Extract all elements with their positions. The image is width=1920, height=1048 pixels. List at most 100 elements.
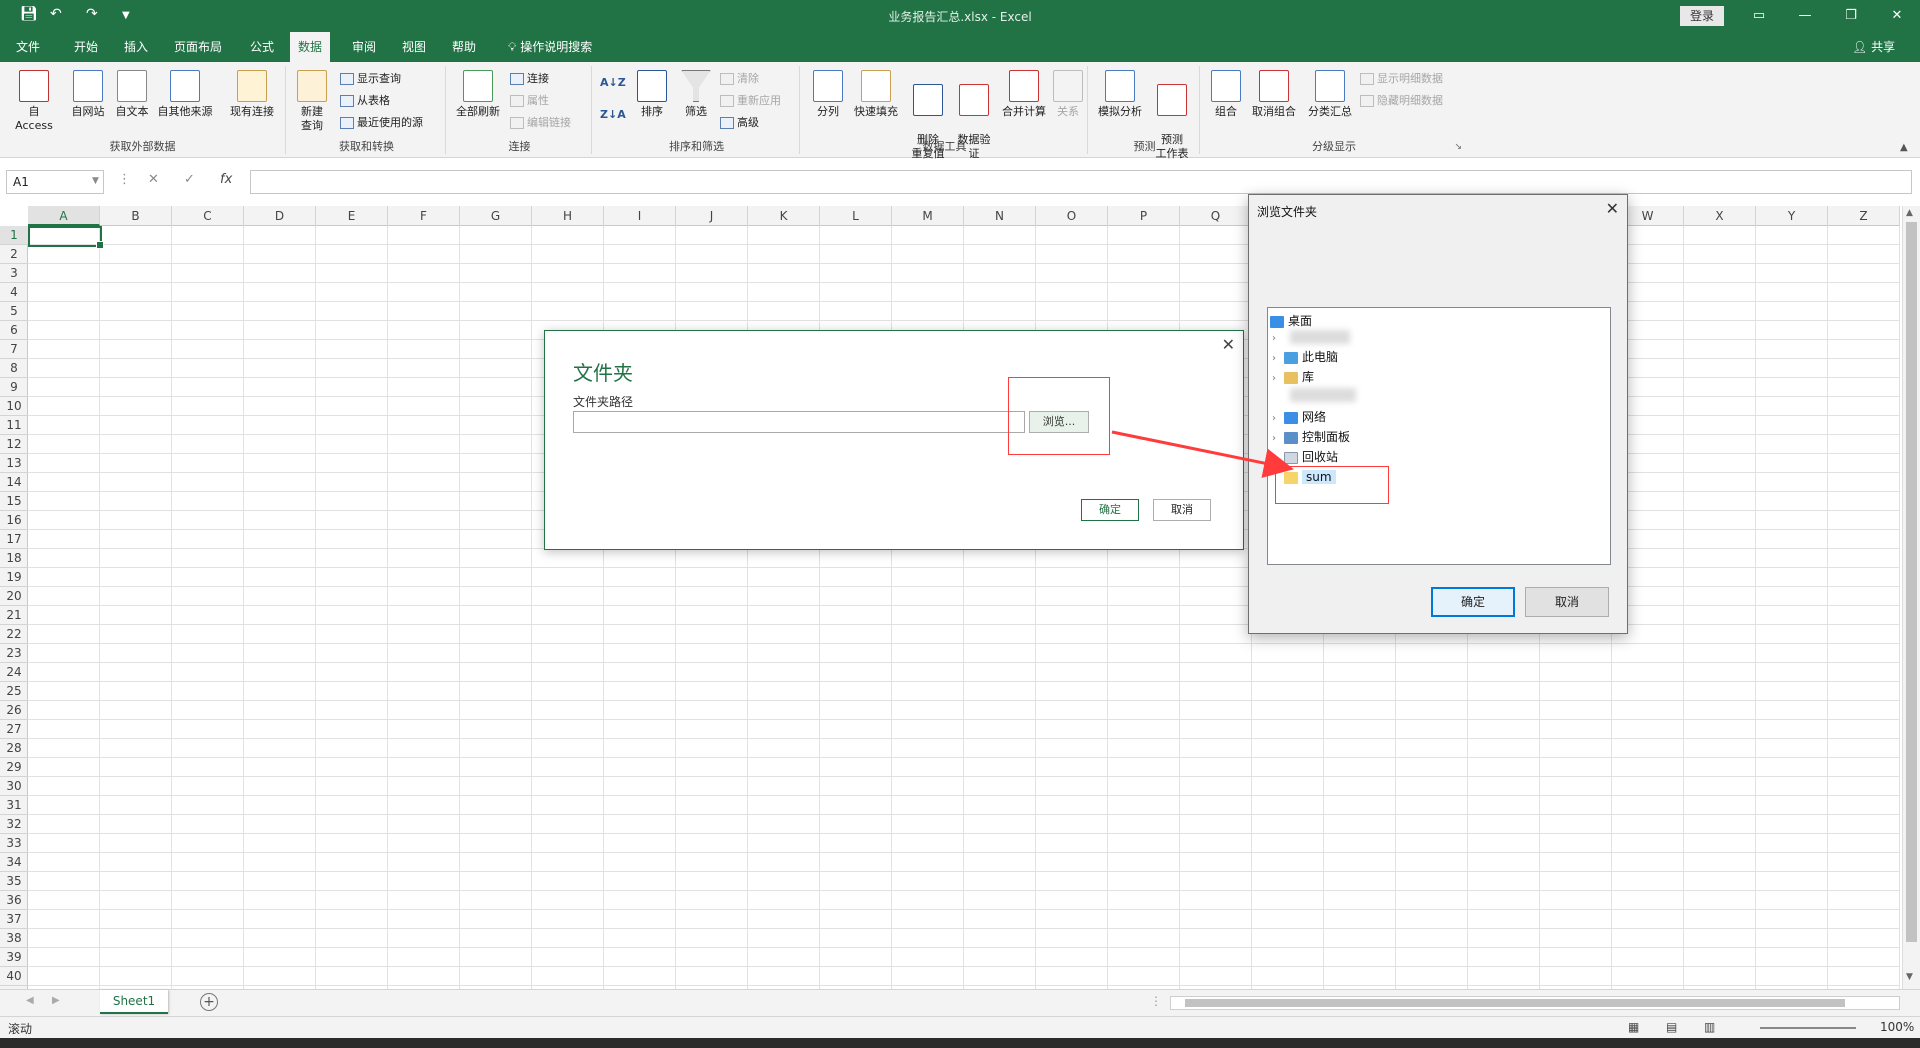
close-icon[interactable]: ✕	[1874, 4, 1920, 28]
sort-button[interactable]: 排序	[632, 70, 672, 119]
row-header-8[interactable]: 8	[0, 359, 28, 378]
tab-view[interactable]: 视图	[394, 32, 434, 62]
row-header-17[interactable]: 17	[0, 530, 28, 549]
column-header-m[interactable]: M	[892, 206, 964, 226]
properties-button[interactable]: 属性	[510, 92, 549, 110]
from-other-sources-button[interactable]: 自其他来源	[154, 70, 216, 119]
row-header-1[interactable]: 1	[0, 226, 28, 245]
row-header-23[interactable]: 23	[0, 644, 28, 663]
login-button[interactable]: 登录	[1680, 6, 1724, 26]
column-header-i[interactable]: I	[604, 206, 676, 226]
tree-item-recycle-bin[interactable]: 回收站	[1284, 448, 1338, 466]
column-header-k[interactable]: K	[748, 206, 820, 226]
restore-icon[interactable]: ❐	[1828, 4, 1874, 28]
column-header-o[interactable]: O	[1036, 206, 1108, 226]
row-header-20[interactable]: 20	[0, 587, 28, 606]
tab-file[interactable]: 文件	[8, 32, 48, 62]
column-header-h[interactable]: H	[532, 206, 604, 226]
sheet-tab-sheet1[interactable]: Sheet1	[100, 990, 168, 1014]
row-header-37[interactable]: 37	[0, 910, 28, 929]
vertical-scroll-thumb[interactable]	[1906, 222, 1917, 942]
row-header-27[interactable]: 27	[0, 720, 28, 739]
vertical-scrollbar[interactable]: ▲ ▼	[1902, 206, 1920, 989]
row-header-2[interactable]: 2	[0, 245, 28, 264]
recent-sources-button[interactable]: 最近使用的源	[340, 114, 423, 132]
sort-desc-icon[interactable]: Z↓A	[600, 106, 626, 124]
tab-page-layout[interactable]: 页面布局	[166, 32, 230, 62]
scroll-down-icon[interactable]: ▼	[1906, 972, 1913, 982]
tab-review[interactable]: 审阅	[344, 32, 384, 62]
row-header-30[interactable]: 30	[0, 777, 28, 796]
minimize-icon[interactable]: —	[1782, 4, 1828, 28]
expand-arrow-icon[interactable]: ›	[1272, 430, 1284, 448]
clear-filter-button[interactable]: 清除	[720, 70, 759, 88]
cancel-button[interactable]: 取消	[1153, 499, 1211, 521]
row-header-18[interactable]: 18	[0, 549, 28, 568]
ribbon-display-icon[interactable]: ▭	[1736, 4, 1782, 28]
insert-function-icon[interactable]: fx	[220, 172, 232, 187]
column-header-c[interactable]: C	[172, 206, 244, 226]
from-web-button[interactable]: 自网站	[66, 70, 110, 119]
row-header-19[interactable]: 19	[0, 568, 28, 587]
cancel-button[interactable]: 取消	[1525, 587, 1609, 617]
advanced-filter-button[interactable]: 高级	[720, 114, 759, 132]
connections-button[interactable]: 连接	[510, 70, 549, 88]
column-header-d[interactable]: D	[244, 206, 316, 226]
row-header-15[interactable]: 15	[0, 492, 28, 511]
tab-data[interactable]: 数据	[290, 32, 331, 62]
dialog-launcher-icon[interactable]: ↘	[1454, 142, 1462, 152]
tree-item-library[interactable]: › 库	[1272, 368, 1314, 386]
row-header-22[interactable]: 22	[0, 625, 28, 644]
tab-insert[interactable]: 插入	[116, 32, 156, 62]
row-header-7[interactable]: 7	[0, 340, 28, 359]
from-table-button[interactable]: 从表格	[340, 92, 390, 110]
row-header-29[interactable]: 29	[0, 758, 28, 777]
ok-button[interactable]: 确定	[1431, 587, 1515, 617]
column-header-q[interactable]: Q	[1180, 206, 1252, 226]
folder-tree[interactable]: 桌面 › › 此电脑 › 库 › 网络 › 控制面板 回收站 sum	[1267, 307, 1611, 565]
column-header-g[interactable]: G	[460, 206, 532, 226]
confirm-entry-icon[interactable]: ✓	[184, 172, 195, 187]
row-header-36[interactable]: 36	[0, 891, 28, 910]
column-header-p[interactable]: P	[1108, 206, 1180, 226]
expand-arrow-icon[interactable]: ›	[1272, 370, 1284, 388]
row-header-40[interactable]: 40	[0, 967, 28, 986]
zoom-slider[interactable]	[1760, 1027, 1856, 1029]
subtotal-button[interactable]: 分类汇总	[1304, 70, 1356, 119]
row-header-39[interactable]: 39	[0, 948, 28, 967]
row-header-35[interactable]: 35	[0, 872, 28, 891]
row-header-13[interactable]: 13	[0, 454, 28, 473]
page-layout-view-icon[interactable]: ▤	[1666, 1020, 1677, 1034]
close-icon[interactable]: ✕	[1606, 199, 1619, 218]
row-header-14[interactable]: 14	[0, 473, 28, 492]
scroll-up-icon[interactable]: ▲	[1906, 208, 1913, 218]
consolidate-button[interactable]: 合并计算	[998, 70, 1050, 119]
row-header-11[interactable]: 11	[0, 416, 28, 435]
active-cell-a1[interactable]	[28, 226, 104, 249]
name-box[interactable]: A1	[6, 170, 104, 194]
expand-arrow-icon[interactable]: ›	[1272, 350, 1284, 368]
row-header-12[interactable]: 12	[0, 435, 28, 454]
row-header-6[interactable]: 6	[0, 321, 28, 340]
new-query-button[interactable]: 新建 查询	[292, 70, 332, 133]
tree-item-network[interactable]: › 网络	[1272, 408, 1326, 426]
add-sheet-icon[interactable]: +	[200, 993, 218, 1011]
row-header-4[interactable]: 4	[0, 283, 28, 302]
row-header-5[interactable]: 5	[0, 302, 28, 321]
row-header-24[interactable]: 24	[0, 663, 28, 682]
horizontal-scroll-thumb[interactable]	[1185, 999, 1845, 1007]
column-header-f[interactable]: F	[388, 206, 460, 226]
zoom-level[interactable]: 100%	[1880, 1020, 1914, 1034]
row-header-28[interactable]: 28	[0, 739, 28, 758]
column-header-n[interactable]: N	[964, 206, 1036, 226]
sort-asc-icon[interactable]: A↓Z	[600, 74, 626, 92]
prev-sheet-icon[interactable]: ◀	[26, 995, 34, 1006]
row-header-31[interactable]: 31	[0, 796, 28, 815]
horizontal-scrollbar[interactable]	[1170, 996, 1900, 1010]
tell-me-search[interactable]: 💡︎ 操作说明搜索	[500, 32, 600, 62]
next-sheet-icon[interactable]: ▶	[52, 995, 60, 1006]
page-break-view-icon[interactable]: ▥	[1704, 1020, 1715, 1034]
row-header-16[interactable]: 16	[0, 511, 28, 530]
hide-detail-button[interactable]: 隐藏明细数据	[1360, 92, 1443, 110]
row-header-25[interactable]: 25	[0, 682, 28, 701]
